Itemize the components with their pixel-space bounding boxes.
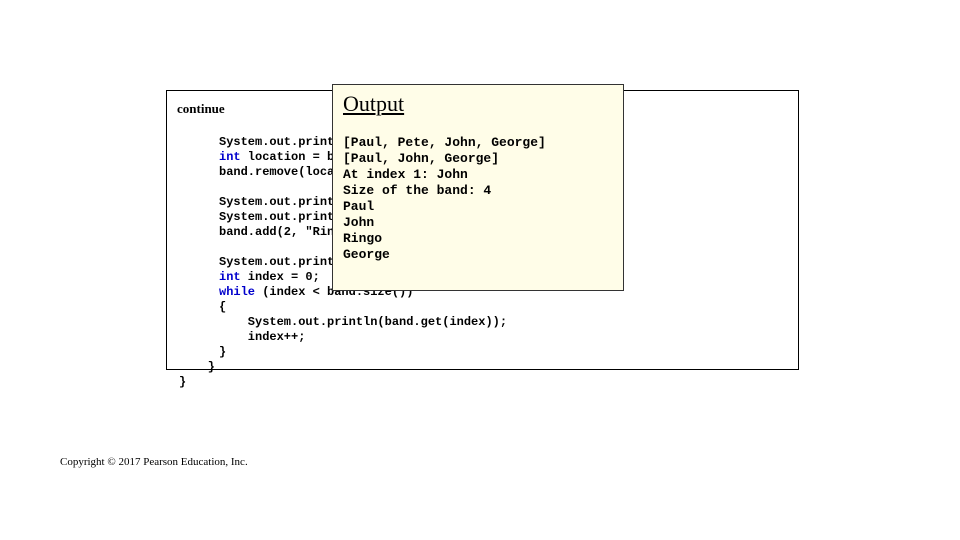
copyright-text: Copyright © 2017 Pearson Education, Inc. (60, 456, 248, 468)
output-body: [Paul, Pete, John, George] [Paul, John, … (343, 135, 613, 263)
output-box: Output [Paul, Pete, John, George] [Paul,… (332, 84, 624, 291)
output-title: Output (343, 91, 613, 117)
continue-label: continue (177, 101, 225, 117)
